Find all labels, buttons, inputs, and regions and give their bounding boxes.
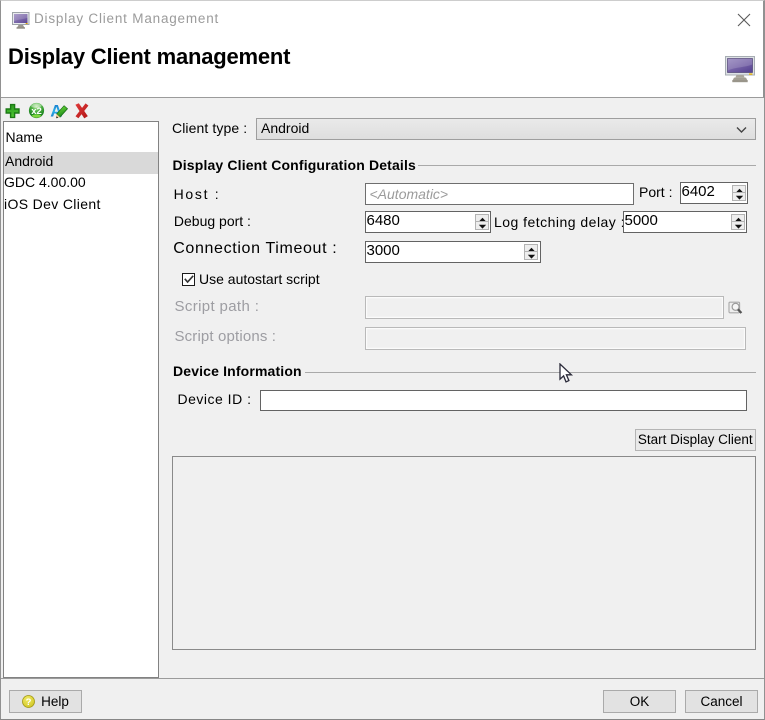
svg-text:x2: x2: [31, 106, 42, 117]
svg-text:?: ?: [26, 697, 32, 708]
